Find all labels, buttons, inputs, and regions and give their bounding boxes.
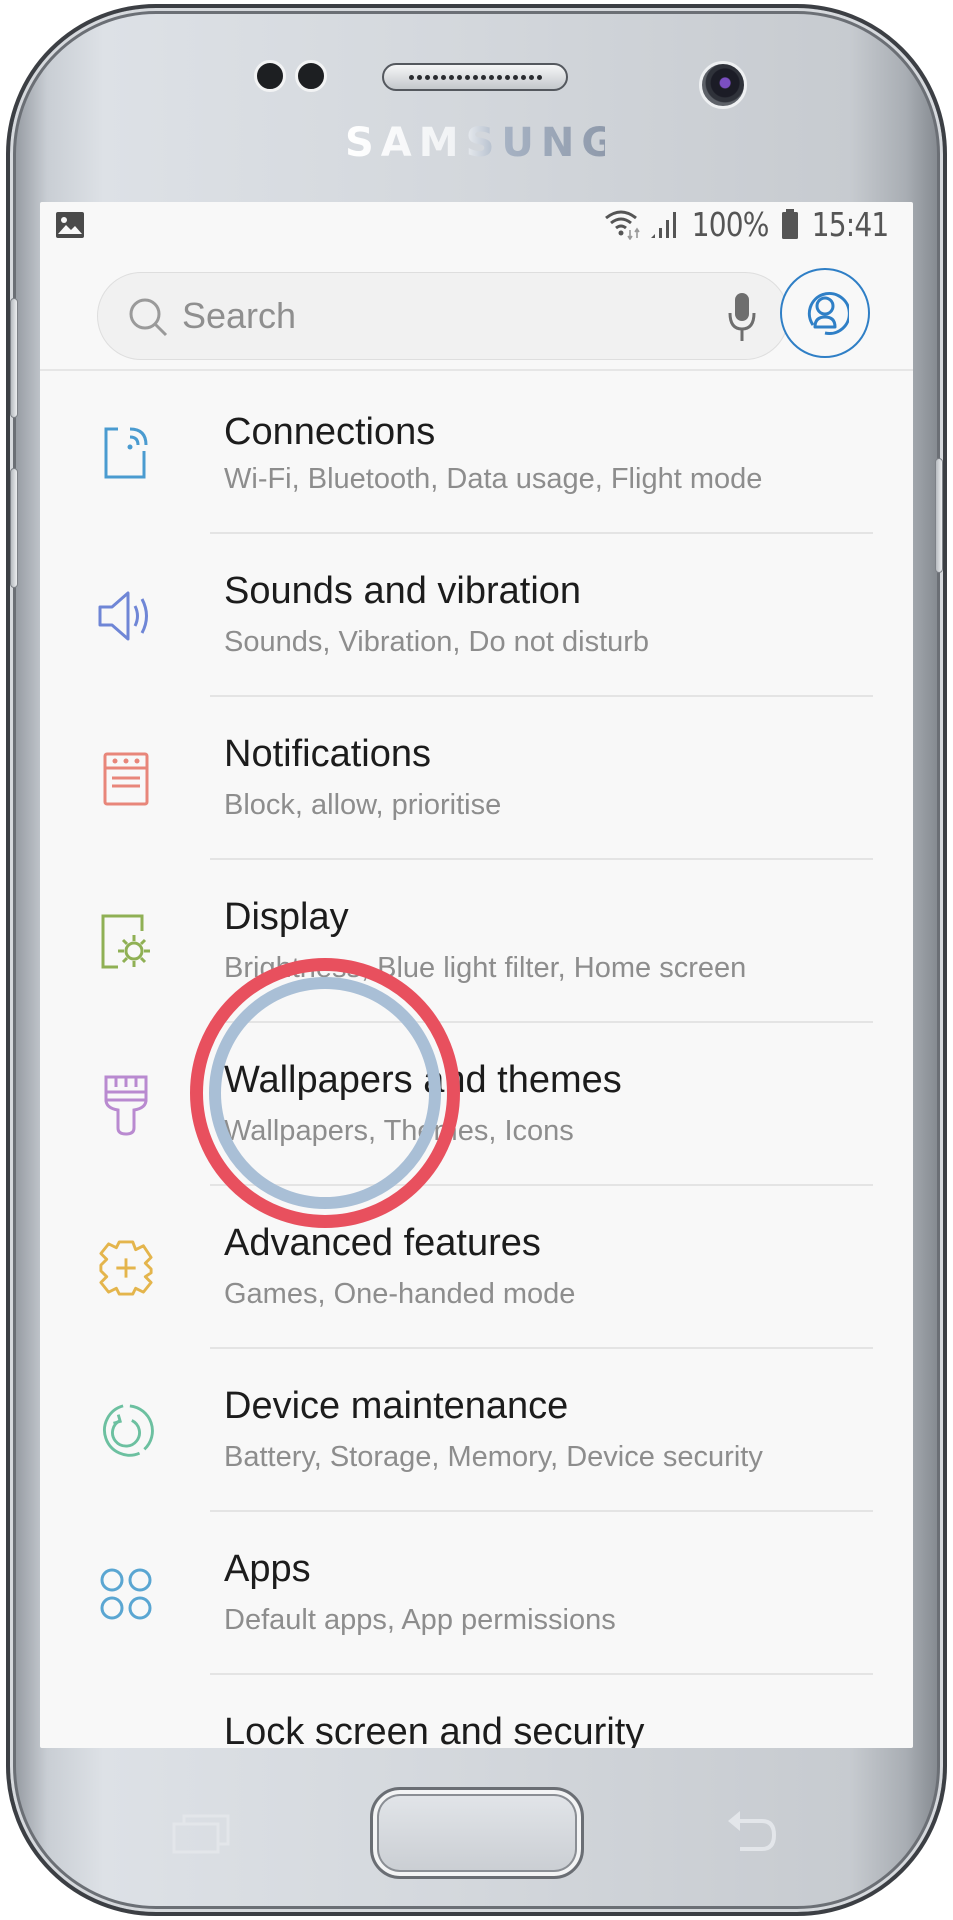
battery-icon: [781, 209, 798, 239]
item-subtitle: Sounds, Vibration, Do not disturb: [224, 626, 650, 658]
volume-down-button: [10, 468, 18, 588]
image-notification-icon: [56, 212, 84, 238]
brand-logo: SAMSUNG: [345, 120, 622, 166]
front-camera: [699, 61, 747, 109]
item-subtitle: Battery, Storage, Memory, Device securit…: [224, 1441, 763, 1473]
earpiece-speaker: [382, 63, 568, 91]
tap-indicator-inner: [209, 977, 441, 1209]
connections-icon: [104, 427, 148, 478]
settings-list: Connections Wi-Fi, Bluetooth, Data usage…: [40, 371, 913, 1748]
home-button[interactable]: [370, 1787, 584, 1879]
item-subtitle: Block, allow, prioritise: [224, 789, 502, 821]
refresh-icon: [103, 1403, 154, 1457]
wifi-icon: [604, 210, 640, 240]
settings-item-device-maintenance[interactable]: Device maintenance Battery, Storage, Mem…: [40, 1349, 913, 1512]
light-sensor: [295, 60, 327, 92]
search-input[interactable]: Search: [97, 272, 789, 360]
item-title: Advanced features: [224, 1222, 541, 1264]
speaker-icon: [98, 591, 148, 640]
item-title: Connections: [224, 411, 436, 453]
display-icon: [101, 914, 150, 968]
account-icon: [807, 291, 849, 335]
search-icon: [129, 298, 168, 337]
signal-icon: [650, 212, 676, 238]
apps-icon: [100, 1568, 152, 1619]
settings-item-notifications[interactable]: Notifications Block, allow, prioritise: [40, 697, 913, 860]
gear-plus-icon: [99, 1239, 153, 1296]
volume-up-button: [10, 298, 18, 418]
back-icon[interactable]: [722, 1807, 778, 1855]
item-title: Lock screen and security: [224, 1711, 645, 1748]
clock: 15:41: [811, 204, 889, 244]
item-subtitle: Wi-Fi, Bluetooth, Data usage, Flight mod…: [224, 463, 763, 495]
search-header: Search: [40, 246, 913, 371]
item-title: Apps: [224, 1548, 311, 1590]
paintbrush-icon: [104, 1075, 148, 1136]
item-subtitle: Default apps, App permissions: [224, 1604, 616, 1636]
proximity-sensor: [254, 60, 286, 92]
item-title: Display: [224, 896, 349, 938]
settings-item-display[interactable]: Display Brightness, Blue light filter, H…: [40, 860, 913, 1023]
settings-item-sounds[interactable]: Sounds and vibration Sounds, Vibration, …: [40, 534, 913, 697]
account-button[interactable]: [780, 268, 870, 358]
power-button: [935, 458, 943, 573]
settings-item-advanced[interactable]: Advanced features Games, One-handed mode: [40, 1186, 913, 1349]
item-title: Sounds and vibration: [224, 570, 582, 612]
settings-item-lock-screen[interactable]: Lock screen and security: [40, 1675, 913, 1748]
settings-item-connections[interactable]: Connections Wi-Fi, Bluetooth, Data usage…: [40, 371, 913, 534]
recent-apps-icon[interactable]: [172, 1812, 230, 1854]
item-title: Notifications: [224, 733, 431, 775]
notifications-icon: [103, 752, 149, 805]
item-title: Device maintenance: [224, 1385, 569, 1427]
battery-percent: 100%: [691, 204, 769, 244]
settings-item-apps[interactable]: Apps Default apps, App permissions: [40, 1512, 913, 1675]
status-bar: 100% 15:41: [40, 202, 913, 246]
mic-icon[interactable]: [726, 291, 758, 343]
screen: 100% 15:41 Search Connections Wi-Fi, Blu…: [40, 202, 913, 1748]
lock-icon: [106, 1746, 146, 1748]
settings-item-wallpapers[interactable]: Wallpapers and themes Wallpapers, Themes…: [40, 1023, 913, 1186]
item-subtitle: Games, One-handed mode: [224, 1278, 576, 1310]
search-placeholder: Search: [182, 295, 297, 336]
